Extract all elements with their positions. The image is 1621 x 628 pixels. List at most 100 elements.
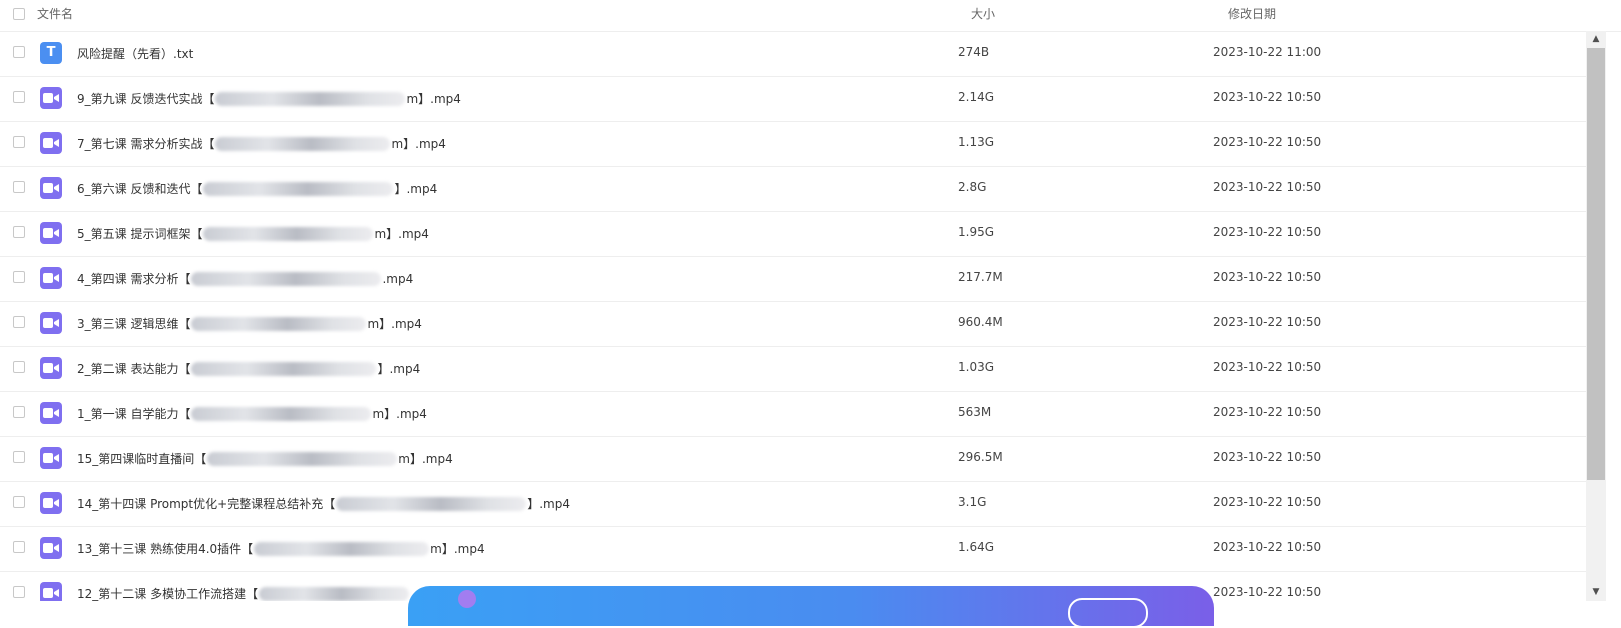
file-name-extension: m】.mp4 <box>391 137 446 151</box>
row-checkbox[interactable] <box>13 181 25 193</box>
file-modified-date: 2023-10-22 10:50 <box>1213 405 1322 419</box>
file-name-text: 1_第一课 自学能力【 <box>77 407 191 421</box>
file-name[interactable]: 6_第六课 反馈和迭代【 】.mp4 <box>77 180 437 197</box>
redacted-text <box>203 226 374 241</box>
vertical-scrollbar[interactable]: ▲ ▼ <box>1586 31 1606 601</box>
file-name[interactable]: 12_第十二课 多模协工作流搭建【 <box>77 585 410 601</box>
file-row[interactable]: 13_第十三课 熟练使用4.0插件【 m】.mp4 1.64G 2023-10-22 … <box>0 526 1586 572</box>
file-name-extension: m】.mp4 <box>374 227 429 241</box>
video-file-icon <box>40 267 62 289</box>
redacted-text <box>191 361 377 376</box>
file-row[interactable]: 14_第十四课 Prompt优化+完整课程总结补充【 】.mp4 3.1G 2023-… <box>0 481 1586 527</box>
file-size: 1.95G <box>958 225 995 239</box>
file-list: T 风险提醒（先看）.txt 274B 2023-10-22 11:00 9_第九课 反… <box>0 31 1586 601</box>
row-checkbox[interactable] <box>13 451 25 463</box>
video-file-icon <box>40 132 62 154</box>
select-all-checkbox[interactable] <box>13 8 25 20</box>
file-size: 1.03G <box>958 360 995 374</box>
column-header-name[interactable]: 文件名 <box>37 5 73 22</box>
file-name-text: 7_第七课 需求分析实战【 <box>77 137 215 151</box>
video-file-icon <box>40 177 62 199</box>
file-row[interactable]: 1_第一课 自学能力【 m】.mp4 563M 2023-10-22 10:50 <box>0 391 1586 437</box>
redacted-text <box>215 91 406 106</box>
redacted-text <box>254 541 430 556</box>
file-name[interactable]: 14_第十四课 Prompt优化+完整课程总结补充【 】.mp4 <box>77 495 570 512</box>
file-size: 296.5M <box>958 450 1003 464</box>
row-checkbox[interactable] <box>13 91 25 103</box>
file-row[interactable]: 5_第五课 提示词框架【 m】.mp4 1.95G 2023-10-22 10:50 <box>0 211 1586 257</box>
file-name-extension: m】.mp4 <box>430 542 485 556</box>
row-checkbox[interactable] <box>13 361 25 373</box>
file-modified-date: 2023-10-22 10:50 <box>1213 225 1322 239</box>
file-name-text: 2_第二课 表达能力【 <box>77 362 191 376</box>
file-modified-date: 2023-10-22 10:50 <box>1213 585 1322 599</box>
file-size: 2.14G <box>958 90 995 104</box>
row-checkbox[interactable] <box>13 496 25 508</box>
file-size: 1.64G <box>958 540 995 554</box>
file-name[interactable]: 风险提醒（先看）.txt <box>77 45 193 62</box>
row-checkbox[interactable] <box>13 226 25 238</box>
banner-button[interactable] <box>1068 598 1148 628</box>
file-name-text: 12_第十二课 多模协工作流搭建【 <box>77 587 259 601</box>
scroll-up-icon[interactable]: ▲ <box>1586 31 1606 48</box>
video-file-icon <box>40 402 62 424</box>
redacted-text <box>259 586 410 601</box>
file-row[interactable]: 2_第二课 表达能力【 】.mp4 1.03G 2023-10-22 10:50 <box>0 346 1586 392</box>
file-row[interactable]: 7_第七课 需求分析实战【 m】.mp4 1.13G 2023-10-22 10:50 <box>0 121 1586 167</box>
file-row[interactable]: 9_第九课 反馈迭代实战【 m】.mp4 2.14G 2023-10-22 10:50 <box>0 76 1586 122</box>
file-size: 2.8G <box>958 180 987 194</box>
file-name[interactable]: 7_第七课 需求分析实战【 m】.mp4 <box>77 135 446 152</box>
scroll-down-icon[interactable]: ▼ <box>1586 584 1606 601</box>
row-checkbox[interactable] <box>13 541 25 553</box>
column-header-size[interactable]: 大小 <box>971 5 995 22</box>
column-header-date[interactable]: 修改日期 <box>1228 5 1276 22</box>
redacted-text <box>336 496 527 511</box>
file-name[interactable]: 3_第三课 逻辑思维【 m】.mp4 <box>77 315 422 332</box>
file-row[interactable]: T 风险提醒（先看）.txt 274B 2023-10-22 11:00 <box>0 31 1586 77</box>
file-name-extension: m】.mp4 <box>406 92 461 106</box>
file-name[interactable]: 2_第二课 表达能力【 】.mp4 <box>77 360 420 377</box>
file-row[interactable]: 4_第四课 需求分析【 .mp4 217.7M 2023-10-22 10:50 <box>0 256 1586 302</box>
redacted-text <box>203 181 394 196</box>
scrollbar-thumb[interactable] <box>1587 48 1605 480</box>
file-size: 3.1G <box>958 495 987 509</box>
file-row[interactable]: 3_第三课 逻辑思维【 m】.mp4 960.4M 2023-10-22 10:50 <box>0 301 1586 347</box>
promo-banner[interactable] <box>408 586 1214 628</box>
row-checkbox[interactable] <box>13 406 25 418</box>
file-name[interactable]: 13_第十三课 熟练使用4.0插件【 m】.mp4 <box>77 540 485 557</box>
row-checkbox[interactable] <box>13 136 25 148</box>
redacted-text <box>191 316 367 331</box>
file-size: 1.13G <box>958 135 995 149</box>
video-file-icon <box>40 582 62 601</box>
video-file-icon <box>40 447 62 469</box>
txt-file-icon: T <box>40 42 62 64</box>
file-modified-date: 2023-10-22 10:50 <box>1213 90 1322 104</box>
row-checkbox[interactable] <box>13 271 25 283</box>
file-row[interactable]: 15_第四课临时直播间【 m】.mp4 296.5M 2023-10-22 10:50 <box>0 436 1586 482</box>
file-list-header: 文件名 大小 修改日期 <box>0 0 1621 32</box>
file-modified-date: 2023-10-22 11:00 <box>1213 45 1322 59</box>
file-name-text: 4_第四课 需求分析【 <box>77 272 191 286</box>
file-name-extension: 】.mp4 <box>394 182 438 196</box>
row-checkbox[interactable] <box>13 316 25 328</box>
file-name-text: 13_第十三课 熟练使用4.0插件【 <box>77 542 254 556</box>
file-name-extension: 】.mp4 <box>527 497 570 511</box>
file-name-text: 6_第六课 反馈和迭代【 <box>77 182 203 196</box>
file-modified-date: 2023-10-22 10:50 <box>1213 540 1322 554</box>
file-size: 274B <box>958 45 990 59</box>
file-name-extension: .mp4 <box>382 271 414 286</box>
file-modified-date: 2023-10-22 10:50 <box>1213 450 1322 464</box>
file-name[interactable]: 4_第四课 需求分析【 .mp4 <box>77 270 413 287</box>
row-checkbox[interactable] <box>13 46 25 58</box>
file-name[interactable]: 15_第四课临时直播间【 m】.mp4 <box>77 450 453 467</box>
redacted-text <box>191 406 372 421</box>
file-modified-date: 2023-10-22 10:50 <box>1213 135 1322 149</box>
video-file-icon <box>40 357 62 379</box>
file-name[interactable]: 1_第一课 自学能力【 m】.mp4 <box>77 405 427 422</box>
file-name-text: 3_第三课 逻辑思维【 <box>77 317 191 331</box>
file-name[interactable]: 5_第五课 提示词框架【 m】.mp4 <box>77 225 429 242</box>
row-checkbox[interactable] <box>13 586 25 598</box>
video-file-icon <box>40 222 62 244</box>
file-row[interactable]: 6_第六课 反馈和迭代【 】.mp4 2.8G 2023-10-22 10:50 <box>0 166 1586 212</box>
file-name[interactable]: 9_第九课 反馈迭代实战【 m】.mp4 <box>77 90 461 107</box>
